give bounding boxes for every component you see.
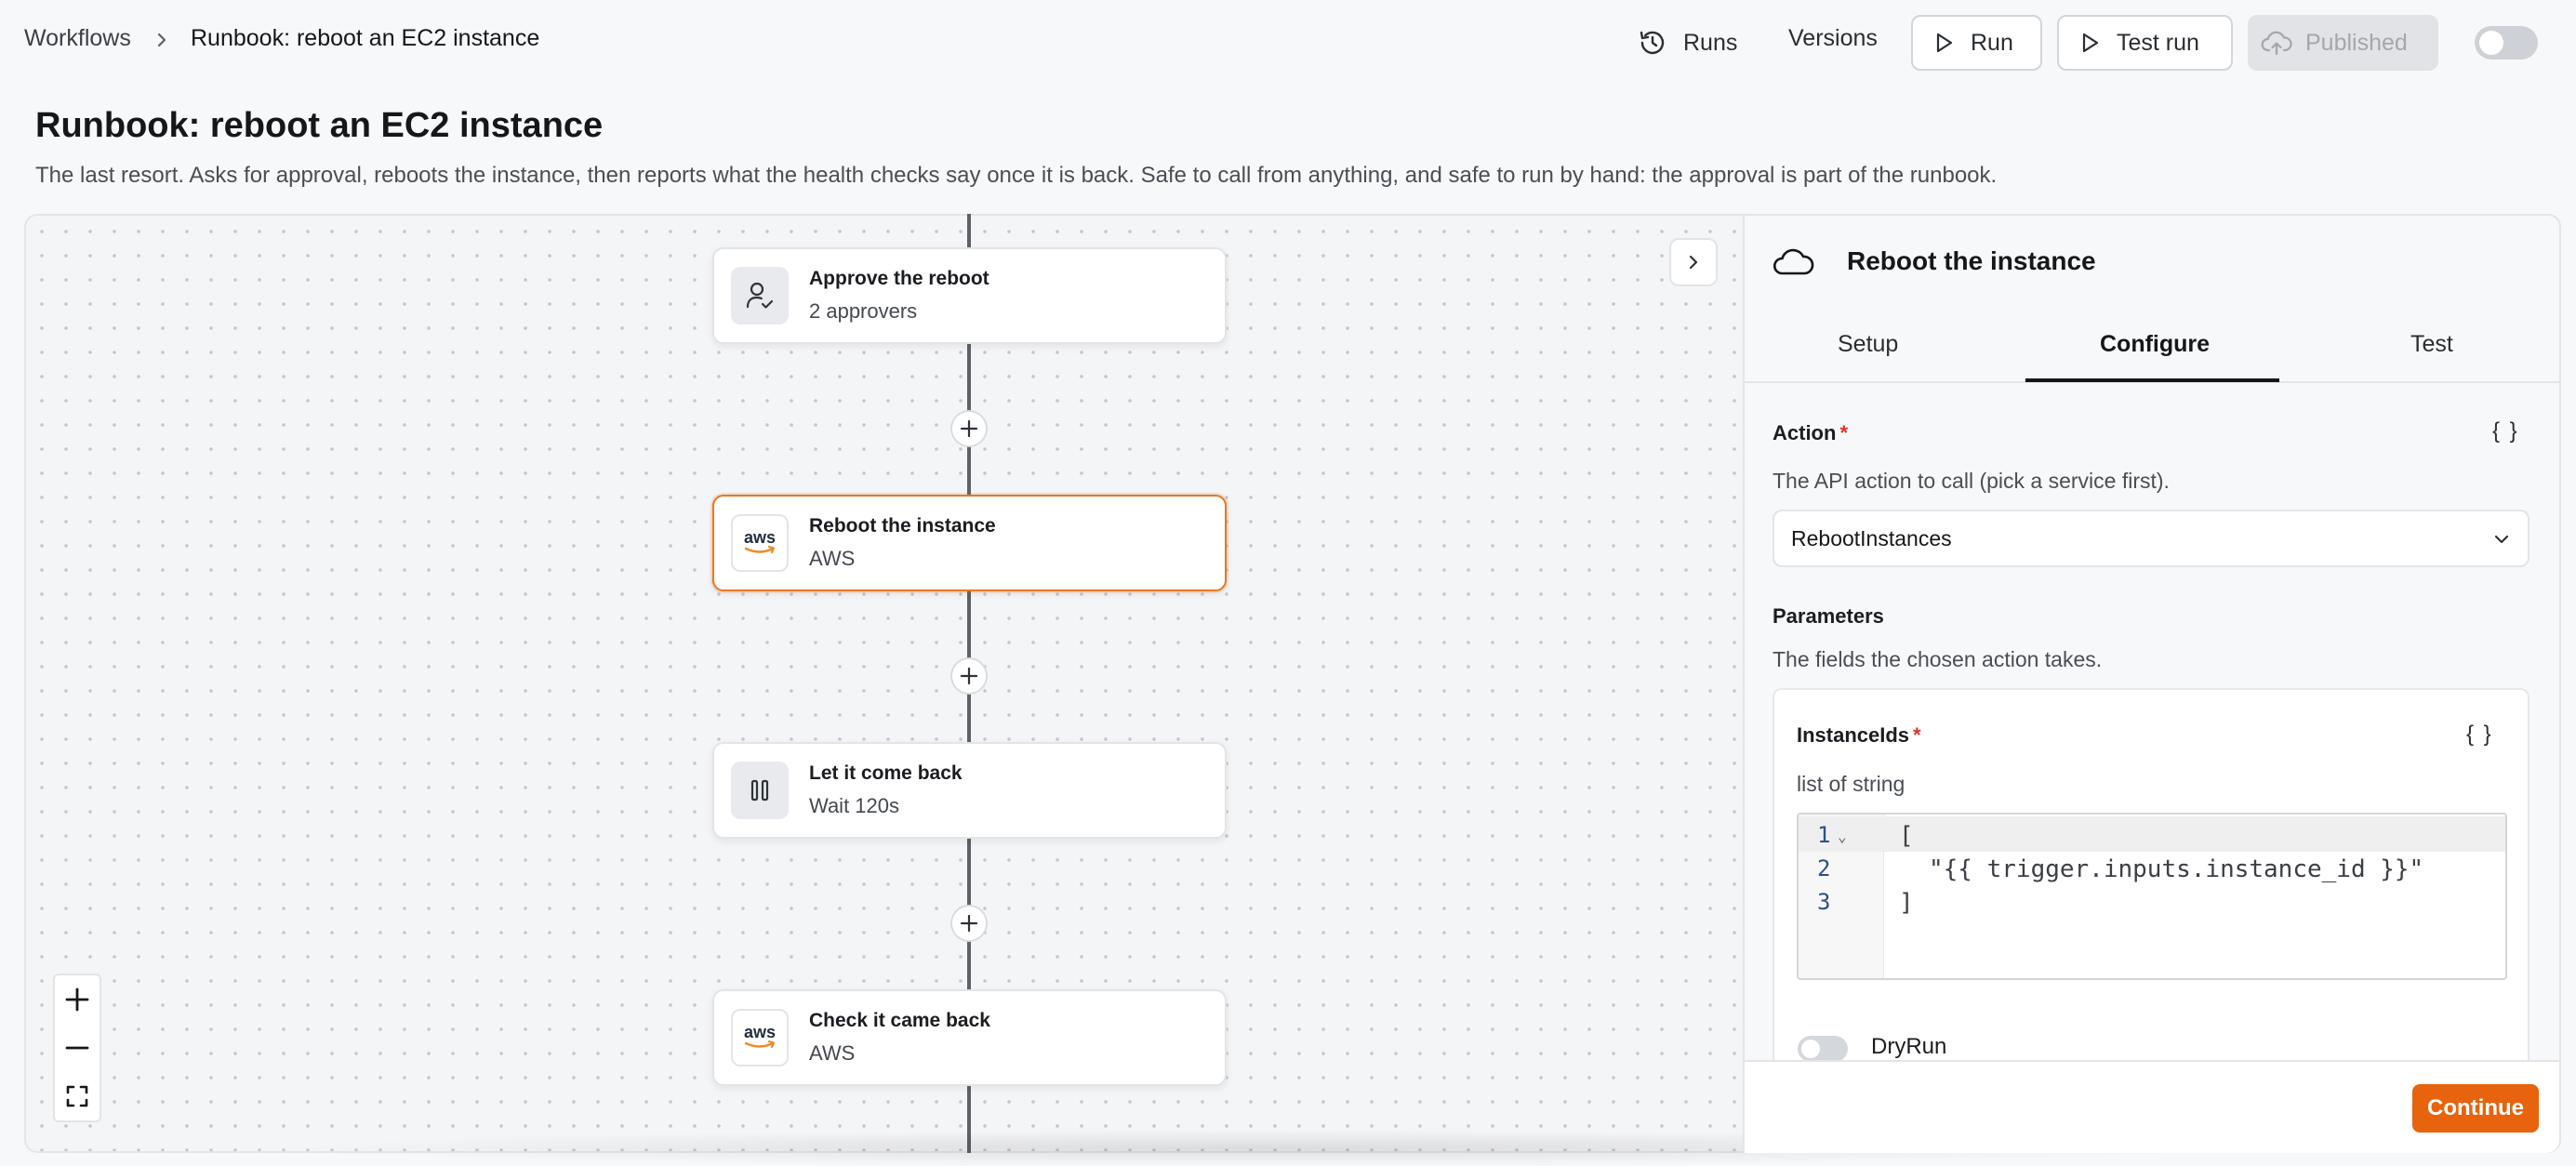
aws-logo-text: aws: [744, 528, 776, 547]
tab-test[interactable]: Test: [2410, 331, 2453, 358]
continue-button[interactable]: Continue: [2412, 1084, 2539, 1133]
dry-run-label: DryRun: [1871, 1034, 1947, 1059]
play-icon: [2078, 31, 2102, 55]
tab-configure[interactable]: Configure: [2100, 331, 2210, 358]
action-select-value: RebootInstances: [1791, 525, 1952, 550]
add-step-button[interactable]: [950, 905, 988, 942]
panel-footer: Continue: [1745, 1060, 2559, 1153]
action-label: Action *: [1773, 421, 1848, 445]
instance-ids-label-text: InstanceIds: [1797, 723, 1910, 747]
page-description: The last resort. Asks for approval, rebo…: [35, 163, 1998, 188]
action-label-text: Action: [1773, 421, 1837, 444]
run-label: Run: [1971, 29, 2013, 56]
chevron-right-icon: [152, 30, 172, 50]
test-run-label: Test run: [2117, 29, 2199, 56]
code-editor[interactable]: 1 ⌄ 2 3 [ "{{ trigger.inputs.instance_id…: [1797, 813, 2507, 980]
collapse-panel-button[interactable]: [1669, 238, 1718, 286]
expression-toggle-button[interactable]: { }: [2466, 722, 2493, 748]
tab-setup[interactable]: Setup: [1838, 331, 1898, 358]
aws-logo: aws: [731, 514, 789, 572]
action-hint: The API action to call (pick a service f…: [1773, 469, 2170, 493]
minus-icon: [64, 1035, 90, 1061]
zoom-in-button[interactable]: [55, 975, 100, 1024]
add-step-button[interactable]: [950, 410, 988, 447]
page-title: Runbook: reboot an EC2 instance: [35, 106, 604, 145]
step-config-panel: Reboot the instance Setup Configure Test…: [1743, 214, 2561, 1153]
instance-ids-type-hint: list of string: [1797, 772, 1905, 796]
chevron-right-icon: [1683, 252, 1704, 272]
zoom-out-button[interactable]: [55, 1024, 100, 1072]
line-number: 3: [1817, 889, 1831, 915]
run-button[interactable]: Run: [1911, 15, 2042, 71]
active-tab-indicator: [2025, 378, 2279, 382]
instance-ids-label: InstanceIds *: [1797, 723, 1921, 748]
parameters-label: Parameters: [1773, 604, 1884, 628]
user-check-icon: [731, 267, 789, 325]
expression-toggle-button[interactable]: { }: [2492, 418, 2519, 444]
aws-logo-text: aws: [744, 1023, 776, 1041]
action-select[interactable]: RebootInstances: [1773, 510, 2530, 567]
published-label: Published: [2305, 29, 2408, 56]
node-subtitle: 2 approvers: [809, 299, 918, 323]
breadcrumb-current: Runbook: reboot an EC2 instance: [191, 25, 540, 51]
code-line: "{{ trigger.inputs.instance_id }}": [1929, 855, 2424, 883]
flow-node-reboot[interactable]: aws Reboot the instance AWS: [712, 495, 1227, 591]
chevron-down-icon: [2490, 528, 2513, 550]
node-subtitle: AWS: [809, 1041, 856, 1065]
breadcrumb-workflows-link[interactable]: Workflows: [24, 25, 131, 52]
node-subtitle: AWS: [809, 547, 856, 570]
node-subtitle: Wait 120s: [809, 794, 900, 817]
versions-button[interactable]: Versions: [1788, 25, 1878, 52]
node-title: Approve the reboot: [809, 268, 989, 289]
node-title: Let it come back: [809, 762, 963, 784]
line-number: 1: [1817, 822, 1831, 848]
plus-icon: [959, 666, 979, 686]
cloud-icon: [1773, 245, 1815, 277]
aws-logo: aws: [731, 1009, 789, 1067]
parameters-hint: The fields the chosen action takes.: [1773, 647, 2103, 671]
flow-node-wait[interactable]: Let it come back Wait 120s: [712, 742, 1227, 839]
required-mark: *: [1839, 421, 1849, 444]
pause-icon: [731, 762, 789, 819]
panel-title: Reboot the instance: [1847, 246, 2096, 275]
runs-label: Runs: [1683, 29, 1738, 56]
publish-toggle[interactable]: [2475, 26, 2538, 60]
plus-icon: [959, 418, 979, 439]
cloud-upload-icon: [2261, 29, 2292, 57]
flow-node-approve[interactable]: Approve the reboot 2 approvers: [712, 247, 1227, 344]
code-line: ]: [1899, 889, 1914, 917]
add-step-button[interactable]: [950, 657, 988, 695]
expand-icon: [64, 1083, 90, 1109]
play-icon: [1932, 31, 1956, 55]
plus-icon: [64, 987, 90, 1013]
runs-button[interactable]: Runs: [1637, 22, 1737, 63]
required-mark: *: [1913, 723, 1921, 747]
parameter-card-instance-ids: InstanceIds * { } list of string 1 ⌄ 2 3 …: [1773, 688, 2530, 1088]
flow-node-check[interactable]: aws Check it came back AWS: [712, 989, 1227, 1086]
fold-marker[interactable]: ⌄: [1838, 828, 1847, 845]
plus-icon: [959, 913, 979, 934]
test-run-button[interactable]: Test run: [2057, 15, 2233, 71]
panel-tabs: Setup Configure Test: [1745, 312, 2559, 383]
node-title: Check it came back: [809, 1010, 990, 1031]
code-line: [: [1899, 822, 1914, 850]
fit-view-button[interactable]: [55, 1072, 100, 1120]
line-number: 2: [1817, 855, 1831, 881]
history-icon: [1637, 27, 1668, 59]
top-bar: Workflows Runbook: reboot an EC2 instanc…: [0, 0, 2576, 84]
dry-run-toggle[interactable]: [1798, 1036, 1848, 1062]
zoom-controls: [53, 974, 101, 1122]
node-title: Reboot the instance: [809, 515, 996, 537]
published-button[interactable]: Published: [2248, 15, 2438, 71]
